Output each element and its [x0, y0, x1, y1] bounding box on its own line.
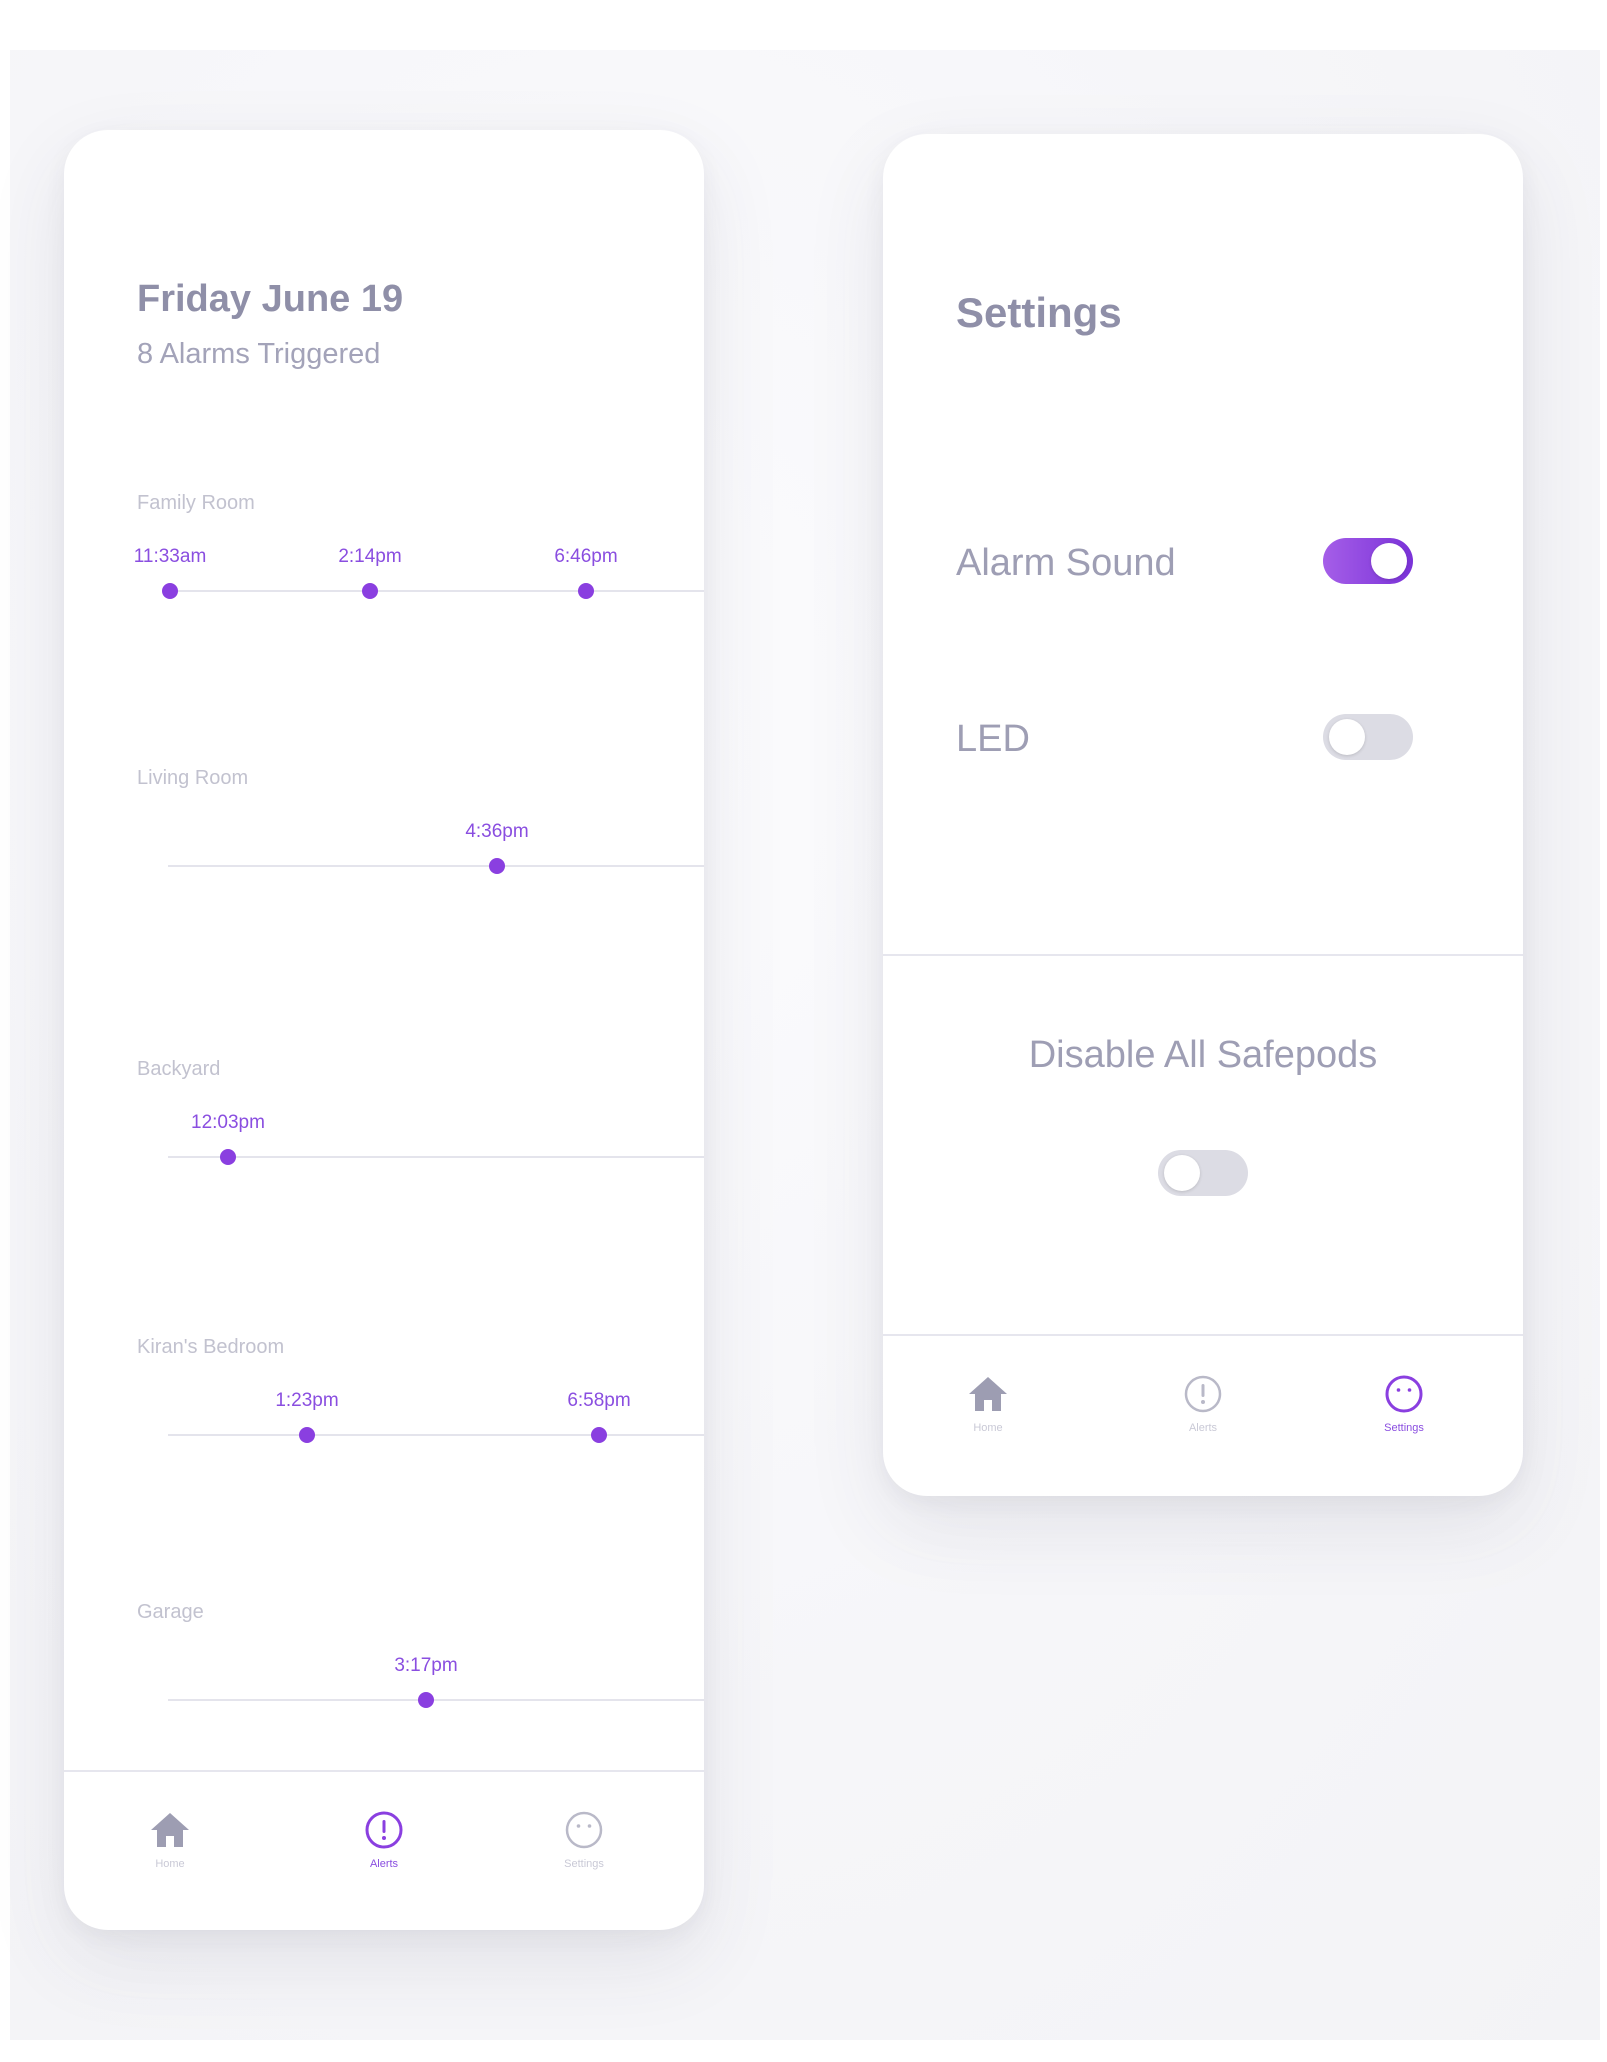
alerts-screen: Friday June 19 8 Alarms Triggered Family…: [64, 130, 704, 1930]
alarm-time: 6:58pm: [567, 1390, 631, 1411]
settings-title: Settings: [956, 289, 1122, 336]
room-backyard: Backyard 12:03pm: [64, 1058, 704, 1218]
face-icon: [1385, 1375, 1423, 1413]
timeline-line: [168, 1434, 704, 1436]
timeline-line: [168, 865, 704, 867]
room-label: Backyard: [137, 1058, 221, 1080]
alarm-dot: [299, 1427, 315, 1443]
alarm-dot: [489, 858, 505, 874]
setting-led: LED: [956, 710, 1413, 770]
tab-settings[interactable]: Settings: [1329, 1374, 1479, 1434]
room-label: Family Room: [137, 492, 255, 514]
disable-all-wrapper: [1158, 1150, 1248, 1196]
home-icon: [151, 1813, 189, 1847]
canvas: Friday June 19 8 Alarms Triggered Family…: [0, 0, 1607, 2062]
alert-circle-icon: [1184, 1375, 1222, 1413]
alarm-summary: 8 Alarms Triggered: [137, 338, 381, 370]
tab-bar: Home Alerts Settings: [883, 1334, 1523, 1496]
tab-home[interactable]: Home: [913, 1374, 1063, 1434]
alarm-time: 11:33am: [133, 546, 207, 567]
setting-alarm-sound: Alarm Sound: [956, 534, 1413, 594]
alarm-dot: [162, 583, 178, 599]
date-title: Friday June 19: [137, 278, 404, 320]
tab-bar: Home Alerts Settings: [64, 1770, 704, 1930]
tab-settings[interactable]: Settings: [509, 1810, 659, 1870]
tab-label: Home: [155, 1858, 185, 1870]
alarm-dot: [591, 1427, 607, 1443]
room-kirans-bedroom: Kiran's Bedroom 1:23pm 6:58pm: [64, 1336, 704, 1496]
face-icon: [565, 1811, 603, 1849]
alarm-dot: [578, 583, 594, 599]
alarm-dot: [418, 1692, 434, 1708]
settings-screen: Settings Alarm Sound LED Disable All Saf…: [883, 134, 1523, 1496]
timeline-line: [168, 1156, 704, 1158]
setting-label: Alarm Sound: [956, 542, 1176, 584]
timeline-line: [168, 1699, 704, 1701]
alert-circle-icon: [365, 1811, 403, 1849]
room-label: Living Room: [137, 767, 249, 789]
home-icon: [969, 1377, 1007, 1411]
alarm-dot: [220, 1149, 236, 1165]
alarm-time: 1:23pm: [275, 1390, 339, 1411]
tab-label: Alerts: [1188, 1422, 1218, 1434]
toggle-knob: [1329, 719, 1365, 755]
tab-label: Alerts: [369, 1858, 399, 1870]
tab-label: Home: [973, 1422, 1003, 1434]
alarm-time: 2:14pm: [338, 546, 402, 567]
tab-label: Settings: [564, 1858, 604, 1870]
alarm-time: 6:46pm: [554, 546, 618, 567]
alarm-sound-toggle[interactable]: [1323, 538, 1413, 584]
tab-alerts[interactable]: Alerts: [309, 1810, 459, 1870]
alarm-time: 4:36pm: [465, 821, 529, 842]
toggle-knob: [1371, 543, 1407, 579]
disable-all-label: Disable All Safepods: [1028, 1034, 1378, 1076]
led-toggle[interactable]: [1323, 714, 1413, 760]
tab-home[interactable]: Home: [95, 1810, 245, 1870]
alarm-time: 12:03pm: [191, 1112, 265, 1133]
timeline-line: [168, 590, 704, 592]
alarm-time: 3:17pm: [394, 1655, 458, 1676]
setting-label: LED: [956, 718, 1030, 760]
room-family-room: Family Room 11:33am 2:14pm 6:46pm: [64, 492, 704, 652]
room-living-room: Living Room 4:36pm: [64, 767, 704, 927]
alarm-dot: [362, 583, 378, 599]
room-label: Garage: [137, 1601, 204, 1623]
tab-label: Settings: [1384, 1422, 1424, 1434]
tab-alerts[interactable]: Alerts: [1128, 1374, 1278, 1434]
room-garage: Garage 3:17pm: [64, 1601, 704, 1761]
toggle-knob: [1164, 1155, 1200, 1191]
disable-all-toggle[interactable]: [1158, 1150, 1248, 1196]
room-label: Kiran's Bedroom: [137, 1336, 285, 1358]
section-divider: [883, 954, 1523, 956]
